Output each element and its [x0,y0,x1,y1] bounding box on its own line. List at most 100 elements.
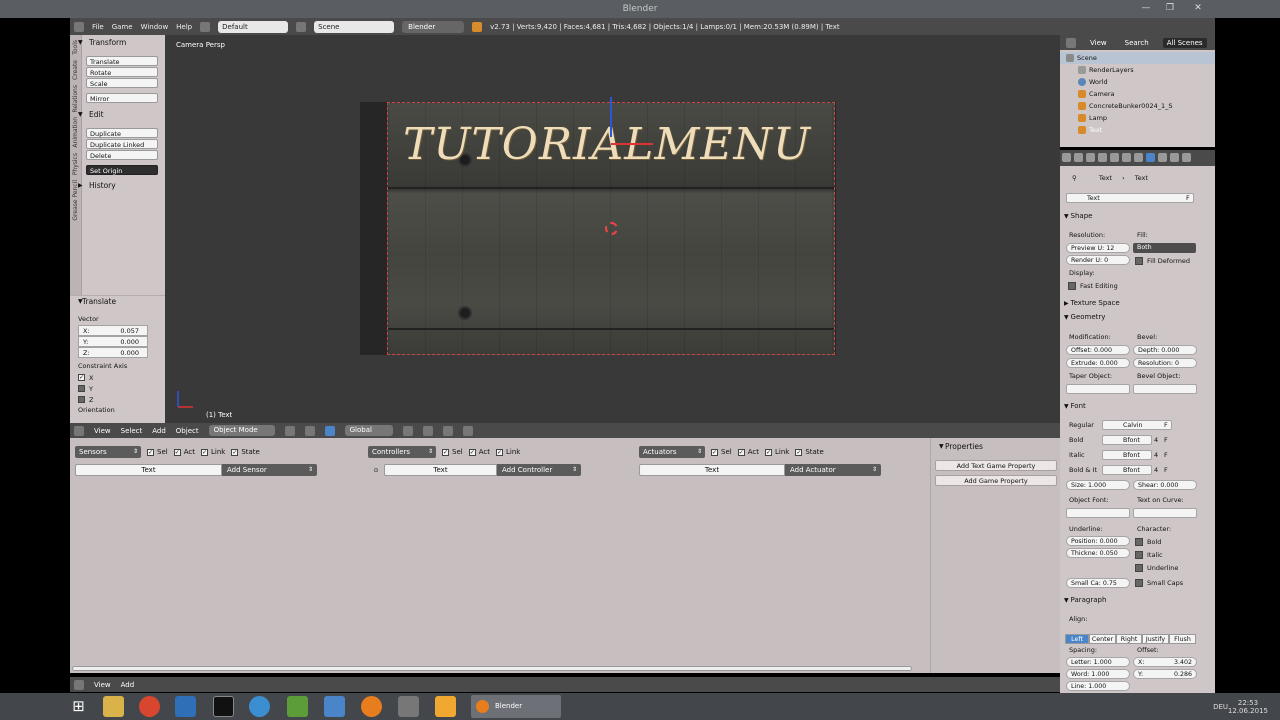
object-icon[interactable] [1110,153,1119,162]
render-layers-icon[interactable] [1074,153,1083,162]
history-panel-header[interactable]: History [70,180,165,192]
outliner-search-menu[interactable]: Search [1121,38,1153,48]
snap-icon[interactable] [442,425,453,436]
add-text-game-property-button[interactable]: Add Text Game Property [935,460,1057,471]
font-italic-field[interactable]: Bfont [1102,450,1152,460]
outliner-row-renderlayers[interactable]: RenderLayers [1060,64,1215,76]
rotate-button[interactable]: Rotate [86,67,158,77]
editor-type-icon[interactable] [1066,37,1076,48]
render-u-field[interactable]: Render U: 0 [1066,255,1130,265]
manipulator-icon[interactable] [324,425,335,436]
scene-selector[interactable]: Scene [314,20,395,33]
menu-add[interactable]: Add [152,427,166,435]
scene-text-object[interactable]: TUTORIALMENU [403,119,811,170]
offset-field[interactable]: Offset: 0.000 [1066,345,1130,355]
modifiers-icon[interactable] [1134,153,1143,162]
bevel-depth-field[interactable]: Depth: 0.000 [1133,345,1197,355]
add-controller-button[interactable]: Add Controller [497,464,581,476]
font-size-field[interactable]: Size: 1.000 [1066,480,1130,490]
shape-panel-header[interactable]: Shape [1064,212,1093,220]
offset-x-field[interactable]: X: 3.402 [1133,657,1197,667]
controllers-link-checkbox[interactable]: ✓ Link [495,448,520,456]
font-regular-fake-user[interactable]: F [1164,421,1168,429]
outliner-display-mode[interactable]: All Scenes [1162,37,1207,48]
outliner-row-scene[interactable]: Scene [1060,52,1215,64]
font-regular-field[interactable]: Calvin [1102,420,1172,430]
render-icon[interactable] [1062,153,1071,162]
font-bold-italic-field[interactable]: Bfont [1102,465,1152,475]
object-font-field[interactable] [1066,508,1130,518]
duplicate-linked-button[interactable]: Duplicate Linked [86,139,158,149]
paragraph-panel-header[interactable]: Paragraph [1064,596,1107,604]
outliner-row-lamp[interactable]: Lamp [1060,112,1215,124]
system-clock[interactable]: 22:53 12.06.2015 [1228,699,1268,715]
actuators-state-checkbox[interactable]: ✓ State [795,448,824,456]
actuators-act-checkbox[interactable]: ✓ Act [737,448,759,456]
vector-y-field[interactable]: Y: 0.000 [78,336,148,347]
fake-user-button[interactable]: F [1186,194,1190,202]
outliner-row-camera[interactable]: Camera [1060,88,1215,100]
layout-selector[interactable]: Default [218,20,289,33]
editor-type-icon[interactable] [74,679,84,690]
texture-space-panel-header[interactable]: Texture Space [1064,299,1120,307]
constraint-x-checkbox[interactable]: ✓ X [78,372,165,383]
menu-window[interactable]: Window [141,23,169,31]
offset-y-field[interactable]: Y: 0.286 [1133,669,1197,679]
logic-horizontal-scrollbar[interactable] [70,665,915,673]
3d-viewport[interactable]: Camera Persp TUTORIALMENU (1) Text [165,35,1060,423]
controllers-dropdown[interactable]: Controllers [368,446,436,458]
align-center-button[interactable]: Center [1089,634,1116,644]
transform-panel-header[interactable]: Transform [70,37,165,49]
terminal-icon[interactable] [213,696,234,717]
preview-u-field[interactable]: Preview U: 12 [1066,243,1130,253]
physics-icon[interactable] [1182,153,1191,162]
outliner-row-concretebunker[interactable]: ConcreteBunker0024_1_S [1060,100,1215,112]
letter-spacing-field[interactable]: Letter: 1.000 [1066,657,1130,667]
geometry-panel-header[interactable]: Geometry [1064,313,1106,321]
layers-icon[interactable] [422,425,433,436]
set-origin-dropdown[interactable]: Set Origin [86,165,158,175]
menu-file[interactable]: File [92,23,104,31]
small-caps-scale-field[interactable]: Small Ca: 0.75 [1066,578,1130,588]
word-spacing-field[interactable]: Word: 1.000 [1066,669,1130,679]
add-sensor-button[interactable]: Add Sensor [222,464,317,476]
font-bold-field[interactable]: Bfont [1102,435,1152,445]
bevel-object-field[interactable] [1133,384,1197,394]
start-button-icon[interactable]: ⊞ [68,696,89,717]
fill-deformed-checkbox[interactable] [1135,257,1143,265]
fast-editing-checkbox[interactable] [1068,282,1076,290]
pivot-icon[interactable] [304,425,315,436]
redo-panel-header[interactable]: Translate [70,296,165,308]
taper-object-field[interactable] [1066,384,1130,394]
file-explorer-icon[interactable] [103,696,124,717]
edit-panel-header[interactable]: Edit [70,109,165,121]
3d-cursor-icon[interactable] [605,222,618,235]
translate-button[interactable]: Translate [86,56,158,66]
actuators-dropdown[interactable]: Actuators [639,446,705,458]
vlc-icon[interactable] [175,696,196,717]
orientation-selector[interactable]: Global [344,425,393,436]
minimize-button[interactable]: — [1138,2,1154,15]
state-dot-icon[interactable]: ⊙ [368,467,384,474]
sensors-state-checkbox[interactable]: ✓ State [231,448,260,456]
constraint-z-checkbox[interactable]: Z [78,394,165,405]
blender-pin-icon[interactable] [361,696,382,717]
shading-icon[interactable] [284,425,295,436]
outliner-row-text[interactable]: Text [1060,124,1215,136]
editor-type-icon[interactable] [74,425,84,436]
outliner-row-world[interactable]: World [1060,76,1215,88]
z-axis-gizmo[interactable] [610,97,612,137]
actuators-object-field[interactable]: Text [639,464,785,476]
align-right-button[interactable]: Right [1116,634,1142,644]
texture-icon[interactable] [1170,153,1179,162]
scale-button[interactable]: Scale [86,78,158,88]
font-bold-fake-user[interactable]: F [1164,436,1168,444]
render-icon[interactable] [462,425,473,436]
bevel-resolution-field[interactable]: Resolution: 0 [1133,358,1197,368]
text-datablock-field[interactable]: Text [1066,193,1194,203]
maximize-button[interactable]: ❐ [1162,2,1178,15]
sensors-act-checkbox[interactable]: ✓ Act [173,448,195,456]
properties-panel-header[interactable]: Properties [931,441,1060,453]
engine-selector[interactable]: Blender Game [402,20,465,43]
constraint-y-checkbox[interactable]: Y [78,383,165,394]
